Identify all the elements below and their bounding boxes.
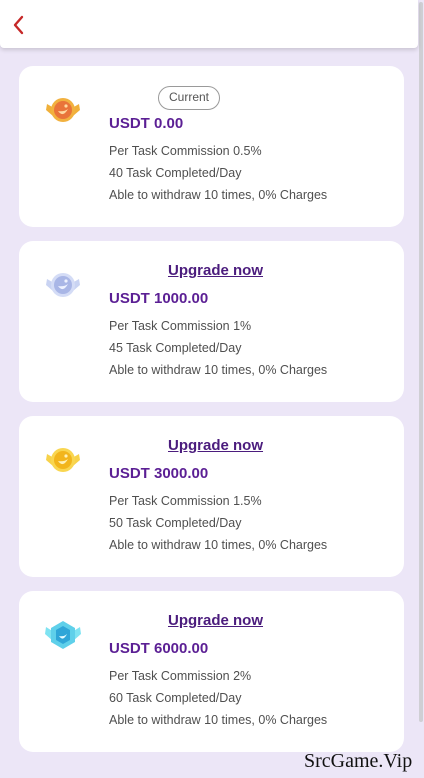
level-amount: USDT 1000.00 (109, 290, 209, 307)
gold-medal-icon (43, 440, 83, 480)
tasks-per-day-text: 50 Task Completed/Day (109, 516, 242, 530)
scrollbar[interactable] (419, 2, 423, 722)
level-amount: USDT 6000.00 (109, 640, 209, 657)
silver-medal-icon (43, 265, 83, 305)
level-card-6000: Upgrade now USDT 6000.00 Per Task Commis… (19, 591, 404, 752)
diamond-medal-icon (43, 615, 83, 655)
level-amount: USDT 0.00 (109, 115, 184, 132)
withdraw-text: Able to withdraw 10 times, 0% Charges (109, 188, 328, 202)
withdraw-text: Able to withdraw 10 times, 0% Charges (109, 363, 328, 377)
commission-text: Per Task Commission 1.5% (109, 494, 262, 508)
withdraw-text: Able to withdraw 10 times, 0% Charges (109, 713, 328, 727)
commission-text: Per Task Commission 2% (109, 669, 252, 683)
level-card-current: Current USDT 0.00 Per Task Commission 0.… (19, 66, 404, 227)
commission-text: Per Task Commission 0.5% (109, 144, 262, 158)
back-button[interactable] (10, 14, 30, 36)
bronze-medal-icon (43, 90, 83, 130)
commission-text: Per Task Commission 1% (109, 319, 252, 333)
upgrade-now-link[interactable]: Upgrade now (168, 612, 263, 629)
withdraw-text: Able to withdraw 10 times, 0% Charges (109, 538, 328, 552)
watermark-text: SrcGame.Vip (304, 750, 413, 772)
upgrade-now-link[interactable]: Upgrade now (168, 262, 263, 279)
level-amount: USDT 3000.00 (109, 465, 209, 482)
tasks-per-day-text: 40 Task Completed/Day (109, 166, 242, 180)
chevron-left-icon (13, 15, 24, 35)
tasks-per-day-text: 60 Task Completed/Day (109, 691, 242, 705)
tasks-per-day-text: 45 Task Completed/Day (109, 341, 242, 355)
top-bar (0, 0, 418, 48)
upgrade-now-link[interactable]: Upgrade now (168, 437, 263, 454)
level-card-1000: Upgrade now USDT 1000.00 Per Task Commis… (19, 241, 404, 402)
level-card-3000: Upgrade now USDT 3000.00 Per Task Commis… (19, 416, 404, 577)
current-level-badge: Current (158, 86, 221, 110)
